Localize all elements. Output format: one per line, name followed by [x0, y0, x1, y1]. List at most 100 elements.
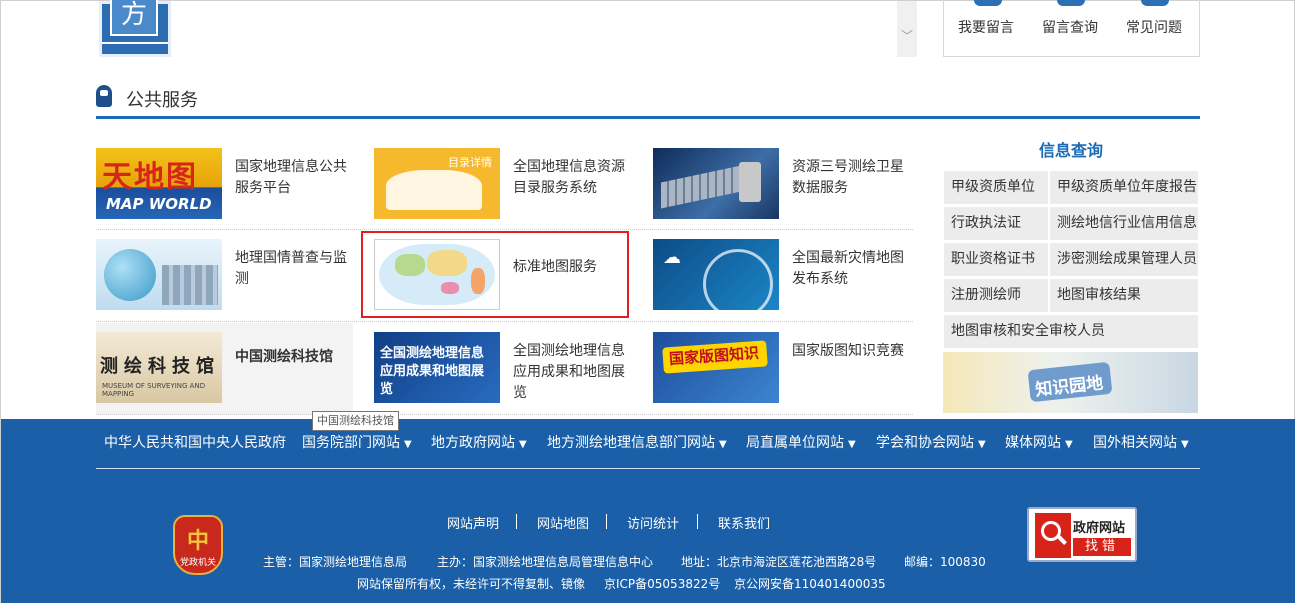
footer-address: 地址：北京市海淀区莲花池西路28号 [681, 555, 877, 569]
caret-down-icon: ▼ [978, 439, 986, 450]
info-item[interactable]: 地图审核和安全审校人员 [944, 315, 1198, 348]
row-divider [96, 321, 913, 322]
footer-icp[interactable]: 京ICP备05053822号 [604, 575, 720, 592]
solar-panel-icon [661, 165, 741, 209]
site-map-link[interactable]: 网站地图 [537, 513, 589, 532]
gov-button-line2: 找错 [1073, 538, 1131, 556]
leave-message-icon [974, 0, 1002, 6]
leave-message-button[interactable]: 我要留言 [958, 17, 1014, 37]
service-label[interactable]: 资源三号测绘卫星数据服务 [792, 157, 904, 199]
footer-host: 主办：国家测绘地理信息局管理信息中心 [437, 555, 654, 569]
footer-link-label: 局直属单位网站 [746, 435, 844, 451]
service-catalog[interactable]: 目录详情 全国地理信息资源目录服务系统 [374, 142, 631, 228]
museum-thumb: 测绘科技馆 MUSEUM OF SURVEYING AND MAPPING [96, 332, 222, 403]
service-national-survey[interactable]: 地理国情普查与监测 [96, 233, 353, 319]
service-label[interactable]: 国家地理信息公共服务平台 [235, 157, 347, 199]
row-divider [96, 414, 913, 415]
catalog-thumb: 目录详情 [374, 148, 500, 219]
top-logo-char: 方 [110, 0, 158, 36]
exhibition-thumb-text: 全国测绘地理信息应用成果和地图展览 [380, 346, 485, 397]
caret-down-icon: ▼ [1065, 439, 1073, 450]
visit-stats-link[interactable]: 访问统计 [627, 513, 679, 532]
knowledge-garden-banner[interactable]: 知识园地 [943, 352, 1198, 413]
scroll-down-button[interactable]: ﹀ [897, 1, 917, 57]
section-header: 公共服务 [96, 81, 1200, 119]
survey-thumb [96, 239, 222, 310]
service-label[interactable]: 国家版图知识竞赛 [792, 341, 904, 362]
info-item[interactable]: 地图审核结果 [1050, 279, 1198, 312]
caret-down-icon: ▼ [404, 439, 412, 450]
gov-site-error-report-button[interactable]: 政府网站 找错 [1027, 507, 1137, 562]
footer-sponsor: 主管：国家测绘地理信息局 [263, 555, 408, 569]
nav-separator [516, 514, 517, 529]
top-logo[interactable]: 方 [99, 0, 171, 57]
caret-down-icon: ▼ [848, 439, 856, 450]
chevron-down-icon: ﹀ [901, 29, 914, 43]
footer-link[interactable]: 国务院部门网站 ▼ [302, 432, 412, 452]
disaster-thumb: ☁ [653, 239, 779, 310]
row-divider [96, 229, 913, 230]
footer-link[interactable]: 地方政府网站 ▼ [431, 432, 527, 452]
service-label[interactable]: 全国最新灾情地图发布系统 [792, 248, 904, 290]
tianditu-logo-text: 天地图 [102, 160, 198, 195]
service-satellite[interactable]: 资源三号测绘卫星数据服务 [653, 142, 910, 228]
footer-link-label: 国外相关网站 [1093, 435, 1177, 451]
service-tianditu[interactable]: 天地图 MAP WORLD 国家地理信息公共服务平台 [96, 142, 353, 228]
site-statement-link[interactable]: 网站声明 [447, 513, 499, 532]
footer-link[interactable]: 局直属单位网站 ▼ [746, 432, 856, 452]
footer-link-label: 地方政府网站 [431, 435, 515, 451]
footer-link[interactable]: 媒体网站 ▼ [1005, 432, 1073, 452]
service-label[interactable]: 全国测绘地理信息应用成果和地图展览 [513, 341, 625, 404]
cloud-icon: ☁ [663, 247, 681, 268]
globe-icon [104, 249, 156, 301]
mapworld-logo-text: MAP WORLD [106, 195, 212, 213]
caret-down-icon: ▼ [719, 439, 727, 450]
city-skyline-icon [162, 265, 218, 305]
museum-thumb-text: 测绘科技馆 [100, 356, 220, 377]
magnifier-icon [1035, 513, 1071, 558]
faq-button[interactable]: 常见问题 [1126, 17, 1182, 37]
footer-police-record[interactable]: 京公网安备110401400035 [734, 575, 886, 592]
service-museum[interactable]: 测绘科技馆 MUSEUM OF SURVEYING AND MAPPING 中国… [96, 323, 353, 415]
service-icon [96, 85, 112, 107]
info-item[interactable]: 甲级资质单位 [944, 171, 1048, 204]
faq-icon [1141, 0, 1169, 6]
service-knowledge-contest[interactable]: 国家版图知识 国家版图知识竞赛 [653, 326, 910, 412]
info-query-title: 信息查询 [1038, 141, 1103, 160]
caret-down-icon: ▼ [1181, 439, 1189, 450]
party-gov-emblem[interactable]: 中 党政机关 [173, 515, 223, 575]
catalog-tag: 目录详情 [448, 156, 492, 169]
info-item[interactable]: 涉密测绘成果管理人员 [1050, 243, 1198, 276]
footer-link-label: 中华人民共和国中央人民政府 [104, 435, 286, 451]
footer-links-row: 中华人民共和国中央人民政府 国务院部门网站 ▼ 地方政府网站 ▼ 地方测绘地理信息部… [96, 419, 1200, 469]
footer-link[interactable]: 地方测绘地理信息部门网站 ▼ [547, 432, 727, 452]
footer-copyright: 网站保留所有权，未经许可不得复制、镜像 [357, 577, 586, 591]
satellite-thumb [653, 148, 779, 219]
service-label[interactable]: 地理国情普查与监测 [235, 248, 347, 290]
contest-thumb: 国家版图知识 [653, 332, 779, 403]
info-item[interactable]: 测绘地信行业信用信息 [1050, 207, 1198, 240]
info-item[interactable]: 行政执法证 [944, 207, 1048, 240]
museum-thumb-subtext: MUSEUM OF SURVEYING AND MAPPING [102, 382, 206, 398]
emblem-symbol: 中 [187, 529, 210, 554]
footer-link[interactable]: 中华人民共和国中央人民政府 [104, 432, 290, 452]
service-label[interactable]: 中国测绘科技馆 [235, 347, 347, 368]
nav-separator [606, 514, 607, 529]
section-title: 公共服务 [126, 90, 198, 111]
info-item[interactable]: 注册测绘师 [944, 279, 1048, 312]
footer-link[interactable]: 学会和协会网站 ▼ [876, 432, 986, 452]
footer-link[interactable]: 国外相关网站 ▼ [1093, 432, 1189, 452]
footer-link-label: 学会和协会网站 [876, 435, 974, 451]
book-icon [386, 170, 482, 210]
query-message-button[interactable]: 留言查询 [1042, 17, 1098, 37]
emblem-label: 党政机关 [179, 558, 216, 568]
service-disaster-map[interactable]: ☁ 全国最新灾情地图发布系统 [653, 233, 910, 319]
service-exhibition[interactable]: 全国测绘地理信息应用成果和地图展览 全国测绘地理信息应用成果和地图展览 [374, 326, 631, 412]
contact-us-link[interactable]: 联系我们 [718, 513, 770, 532]
info-item[interactable]: 职业资格证书 [944, 243, 1048, 276]
caret-down-icon: ▼ [519, 439, 527, 450]
gov-button-line1: 政府网站 [1073, 521, 1126, 536]
service-label[interactable]: 全国地理信息资源目录服务系统 [513, 157, 625, 199]
exhibition-thumb: 全国测绘地理信息应用成果和地图展览 [374, 332, 500, 403]
info-item[interactable]: 甲级资质单位年度报告 [1050, 171, 1198, 204]
